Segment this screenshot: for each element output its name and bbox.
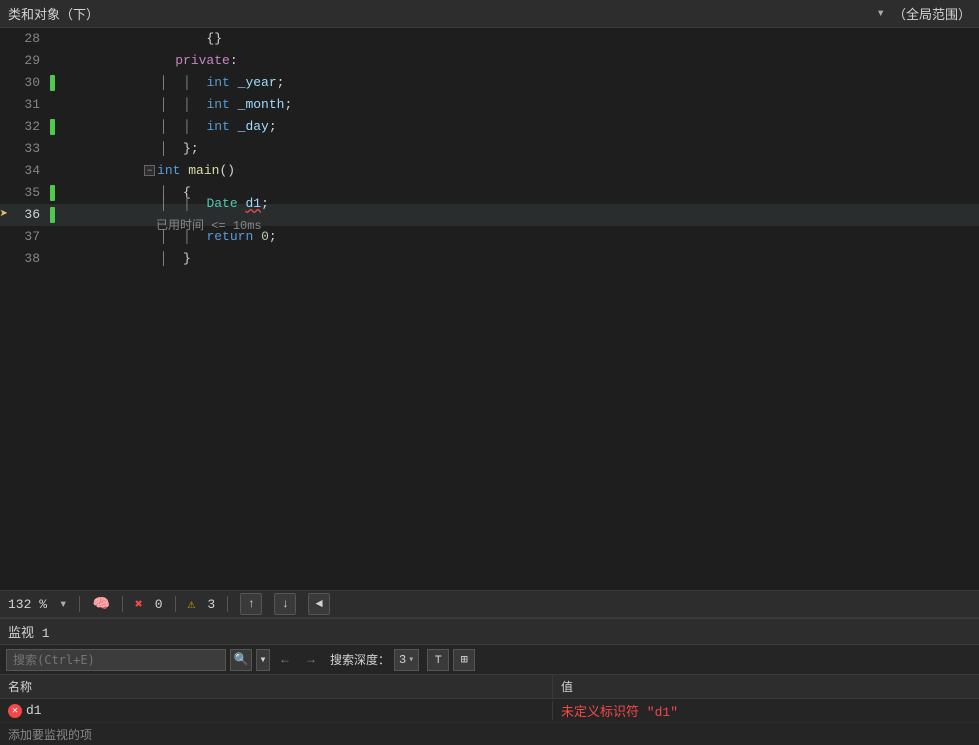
line-num-29: 29	[8, 50, 50, 72]
indicator-30	[50, 75, 62, 91]
error-circle-icon: ✕	[8, 704, 22, 718]
code-content-38: │ }	[62, 226, 191, 292]
watch-row-d1[interactable]: ✕ d1 未定义标识符 "d1"	[0, 699, 979, 723]
watch-search-box[interactable]	[6, 649, 226, 671]
code-lines: 28 {} 29 private: 30	[0, 28, 979, 590]
watch-var-name: d1	[26, 703, 42, 718]
watch-column-headers: 名称 值	[0, 675, 979, 699]
line-num-31: 31	[8, 94, 50, 116]
add-watch-label: 添加要监视的项	[8, 726, 92, 743]
green-bar-36	[50, 207, 55, 223]
col-header-value: 值	[553, 675, 979, 698]
up-arrow-icon: ↑	[248, 597, 255, 611]
line-num-36: 36	[8, 204, 50, 226]
line-num-35: 35	[8, 182, 50, 204]
current-line-arrow-icon: ➤	[0, 208, 8, 222]
brain-icon[interactable]: 🧠	[92, 596, 109, 613]
watch-toolbar: 🔍 ▾ ← → 搜索深度： 3 ▾ ⊤ ⊞	[0, 645, 979, 675]
code-container: 28 {} 29 private: 30	[0, 28, 979, 590]
chevron-down-icon: ▾	[259, 652, 266, 667]
watch-search-button[interactable]: 🔍	[230, 649, 252, 671]
green-bar-30	[50, 75, 55, 91]
down-arrow-icon: ↓	[282, 597, 289, 611]
top-bar: 类和对象（下） ▾ （全局范围）	[0, 0, 979, 28]
top-bar-dropdown[interactable]: ▾	[877, 5, 885, 22]
line-num-33: 33	[8, 138, 50, 160]
watch-title: 监视 1	[8, 622, 50, 641]
error-icon: ✖	[135, 597, 143, 612]
indicator-36	[50, 207, 62, 223]
col-value-label: 值	[561, 681, 573, 695]
arrow-right-icon: →	[307, 653, 314, 667]
watch-add-row[interactable]: 添加要监视的项	[0, 723, 979, 745]
line-num-34: 34	[8, 160, 50, 182]
line-num-28: 28	[8, 28, 50, 50]
line-num-37: 37	[8, 226, 50, 248]
status-separator-4	[227, 596, 228, 612]
watch-tool-icon-1: ⊤	[435, 652, 442, 667]
green-bar-32	[50, 119, 55, 135]
watch-search-input[interactable]	[13, 653, 219, 667]
status-separator-3	[175, 596, 176, 612]
search-dropdown-button[interactable]: ▾	[256, 649, 270, 671]
error-count: 0	[155, 597, 163, 612]
depth-label: 搜索深度：	[330, 651, 390, 668]
watch-icon-btn-2[interactable]: ⊞	[453, 649, 475, 671]
indicator-35	[50, 185, 62, 201]
nav-back-button[interactable]: ←	[274, 649, 296, 671]
up-button[interactable]: ↑	[240, 593, 262, 615]
left-arrow-icon: ◄	[316, 597, 323, 611]
warning-icon: ⚠	[188, 597, 196, 612]
depth-value: 3	[399, 653, 406, 667]
zoom-label: 132 %	[8, 597, 47, 612]
indicator-32	[50, 119, 62, 135]
watch-panel: 监视 1 🔍 ▾ ← → 搜索深度： 3 ▾ ⊤ ⊞ 名称	[0, 618, 979, 745]
watch-icon-btn-1[interactable]: ⊤	[427, 649, 449, 671]
watch-row-value-d1: 未定义标识符 "d1"	[553, 699, 979, 722]
status-separator-1	[79, 596, 80, 612]
warning-count: 3	[207, 597, 215, 612]
watch-header: 监视 1	[0, 619, 979, 645]
top-bar-scope: （全局范围）	[893, 4, 971, 23]
zoom-dropdown[interactable]: ▾	[59, 596, 67, 613]
arrow-gutter-36: ➤	[0, 208, 8, 222]
watch-var-value: 未定义标识符 "d1"	[561, 705, 678, 720]
line-num-32: 32	[8, 116, 50, 138]
depth-selector[interactable]: 3 ▾	[394, 649, 419, 671]
left-button[interactable]: ◄	[308, 593, 330, 615]
green-bar-35	[50, 185, 55, 201]
col-name-label: 名称	[8, 681, 32, 695]
status-bar: 132 % ▾ 🧠 ✖ 0 ⚠ 3 ↑ ↓ ◄	[0, 590, 979, 618]
watch-tool-icon-2: ⊞	[461, 652, 468, 667]
down-button[interactable]: ↓	[274, 593, 296, 615]
watch-row-name-d1: ✕ d1	[0, 701, 553, 720]
arrow-left-icon: ←	[281, 653, 288, 667]
nav-forward-button[interactable]: →	[300, 649, 322, 671]
depth-dropdown-icon: ▾	[408, 654, 414, 666]
line-num-38: 38	[8, 248, 50, 270]
col-header-name: 名称	[0, 675, 553, 698]
editor-area: 28 {} 29 private: 30	[0, 28, 979, 590]
status-separator-2	[122, 596, 123, 612]
line-num-30: 30	[8, 72, 50, 94]
top-bar-title: 类和对象（下）	[8, 4, 869, 23]
table-row: 38 │ }	[0, 248, 979, 270]
search-icon: 🔍	[234, 652, 249, 667]
